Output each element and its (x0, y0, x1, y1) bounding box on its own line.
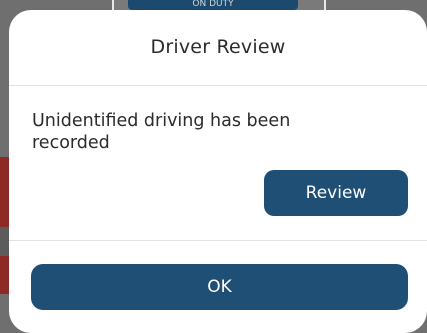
driver-review-dialog: Driver Review Unidentified driving has b… (9, 10, 427, 333)
background-status-button: ON DUTY (128, 0, 298, 10)
dialog-title: Driver Review (150, 36, 286, 58)
review-button[interactable]: Review (264, 170, 408, 216)
footer-divider (9, 240, 427, 241)
ok-button[interactable]: OK (31, 264, 408, 310)
dialog-message: Unidentified driving has been recorded (32, 111, 291, 153)
title-divider (9, 85, 427, 86)
